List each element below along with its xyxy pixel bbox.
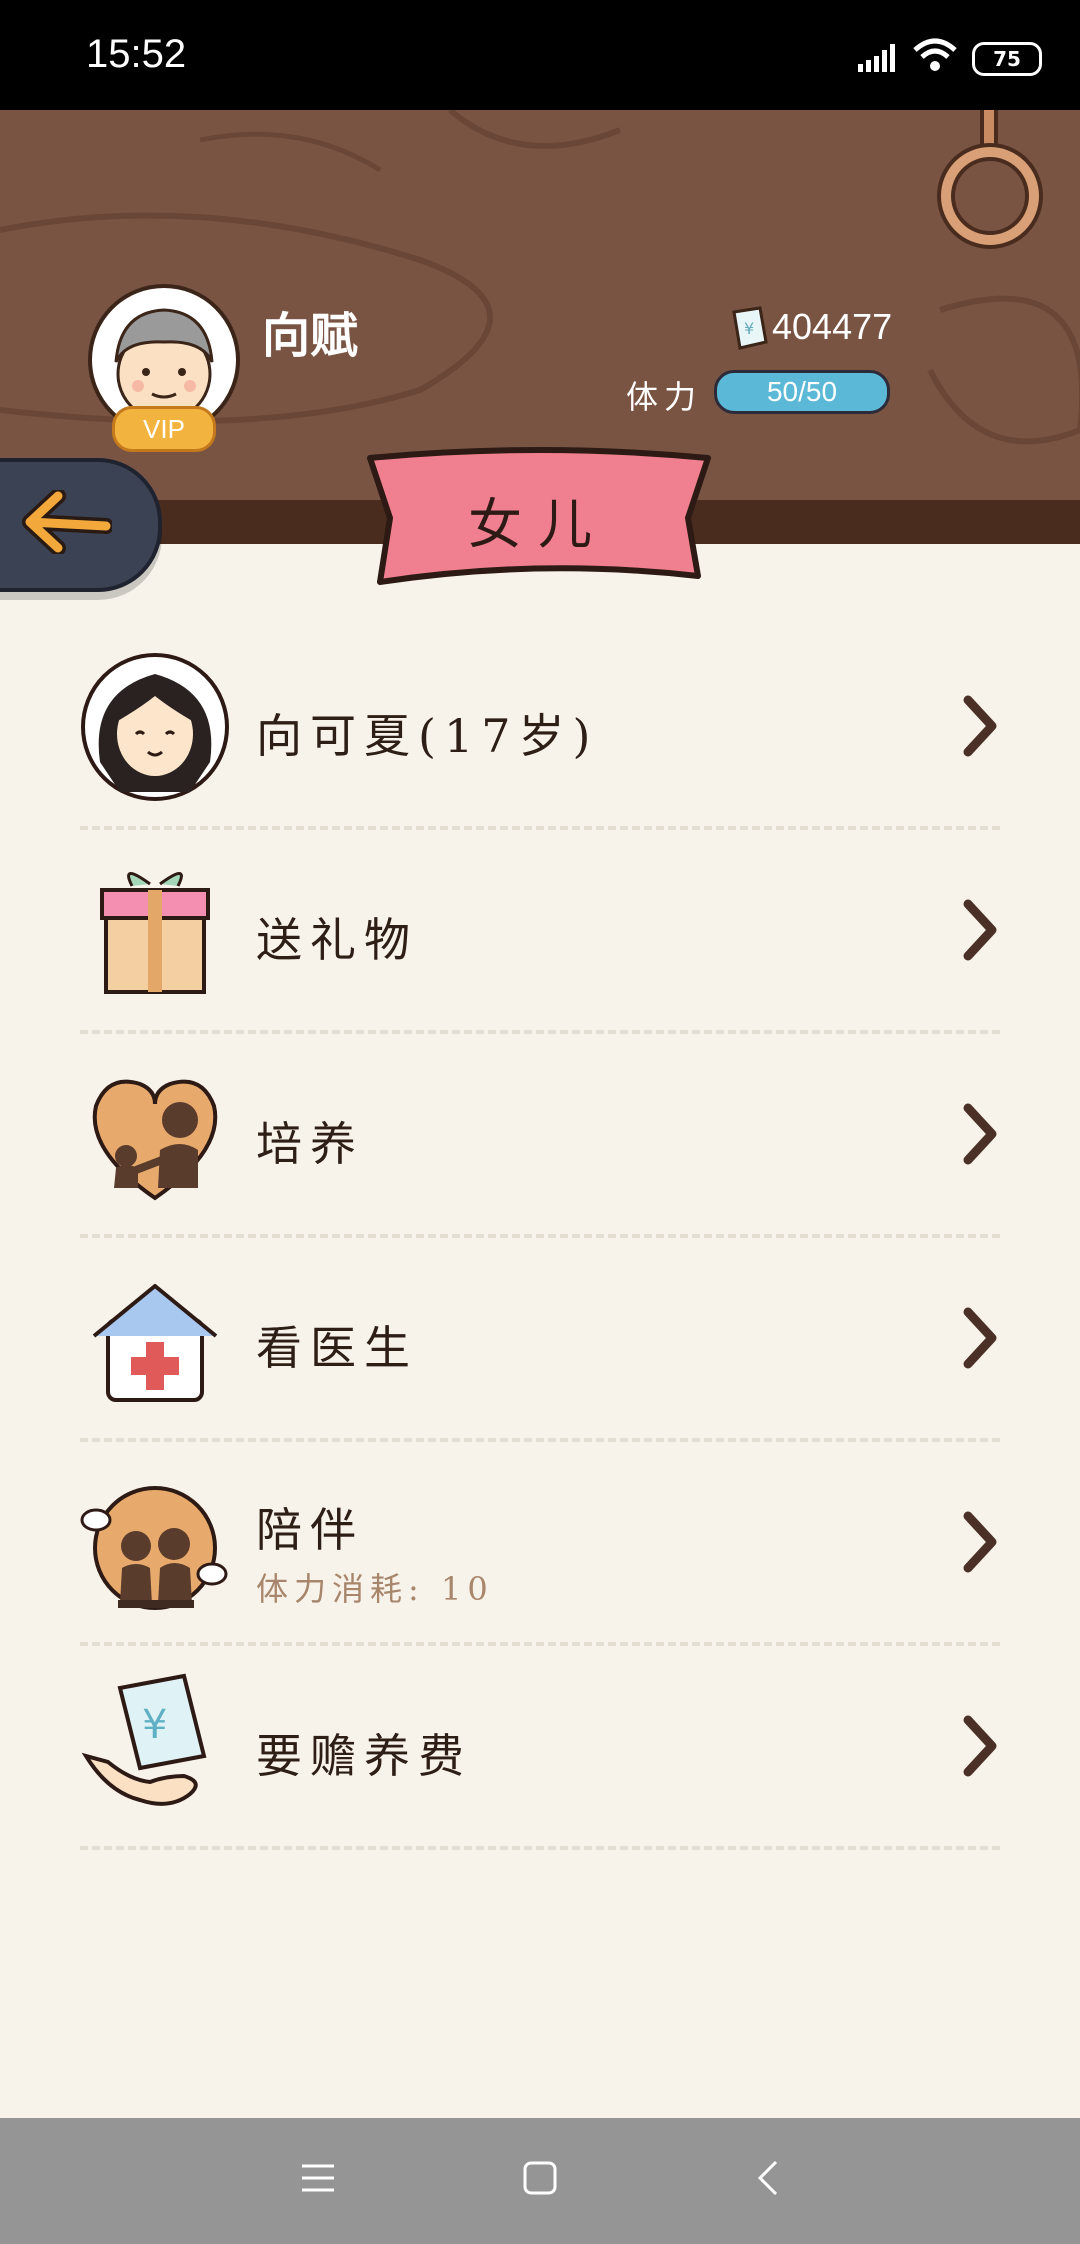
- hanging-ring-icon: [937, 110, 1043, 249]
- player-name: 向赋: [262, 308, 359, 364]
- clock: 15:52: [86, 32, 187, 76]
- hospital-icon: [92, 1284, 218, 1402]
- home-icon[interactable]: [522, 2160, 558, 2196]
- chevron-right-icon: [963, 1511, 997, 1573]
- row-divider: [80, 1846, 1000, 1850]
- list-item-request-alimony[interactable]: ¥ 要赡养费: [80, 1672, 1000, 1876]
- signal-icon: [858, 44, 895, 72]
- list-item-label: 要赡养费: [256, 1729, 472, 1783]
- hand-money-icon: ¥: [81, 1673, 207, 1806]
- status-bar: 15:52 75: [0, 0, 1080, 110]
- battery-indicator: 75: [972, 42, 1042, 76]
- list-item-see-doctor[interactable]: 看医生: [80, 1264, 1000, 1468]
- money-ticket-icon: ¥: [732, 306, 768, 350]
- list-item-nurture[interactable]: 培养: [80, 1060, 1000, 1264]
- stamina-cost-text: 体力消耗: 10: [256, 1570, 494, 1608]
- parent-child-heart-icon: [92, 1079, 218, 1201]
- gift-box-icon: [100, 872, 210, 994]
- svg-text:¥: ¥: [744, 319, 754, 338]
- wifi-icon: [913, 38, 957, 71]
- chevron-right-icon: [963, 1307, 997, 1369]
- list-item-label: 看医生: [256, 1321, 418, 1375]
- row-divider: [80, 1438, 1000, 1442]
- row-divider: [80, 826, 1000, 830]
- row-divider: [80, 1642, 1000, 1646]
- back-icon[interactable]: [752, 2160, 788, 2196]
- list-item-accompany[interactable]: 陪伴 体力消耗: 10: [80, 1468, 1000, 1672]
- list-item-label: 送礼物: [256, 913, 418, 967]
- back-arrow-icon: [22, 490, 112, 554]
- svg-text:¥: ¥: [142, 1702, 167, 1748]
- page-title: 女儿: [468, 493, 608, 556]
- list-item-daughter-profile[interactable]: 向可夏(17岁): [80, 652, 1000, 856]
- chevron-right-icon: [963, 695, 997, 757]
- system-nav-bar: [0, 2118, 1080, 2244]
- family-together-icon: [80, 1486, 228, 1610]
- list-item-give-gift[interactable]: 送礼物: [80, 856, 1000, 1060]
- daughter-avatar-icon: [81, 653, 229, 801]
- vip-badge: VIP: [112, 406, 216, 452]
- back-button[interactable]: [0, 458, 162, 592]
- money-amount: 404477: [772, 306, 893, 347]
- chevron-right-icon: [963, 1103, 997, 1165]
- stamina-bar: 50/50: [714, 370, 890, 414]
- chevron-right-icon: [963, 899, 997, 961]
- row-divider: [80, 1234, 1000, 1238]
- chevron-right-icon: [963, 1715, 997, 1777]
- menu-icon[interactable]: [300, 2160, 336, 2196]
- list-item-label: 陪伴: [256, 1503, 364, 1557]
- row-divider: [80, 1030, 1000, 1034]
- stamina-label: 体力: [626, 378, 703, 416]
- list-item-label: 向可夏(17岁): [256, 709, 599, 763]
- list-item-label: 培养: [256, 1117, 364, 1171]
